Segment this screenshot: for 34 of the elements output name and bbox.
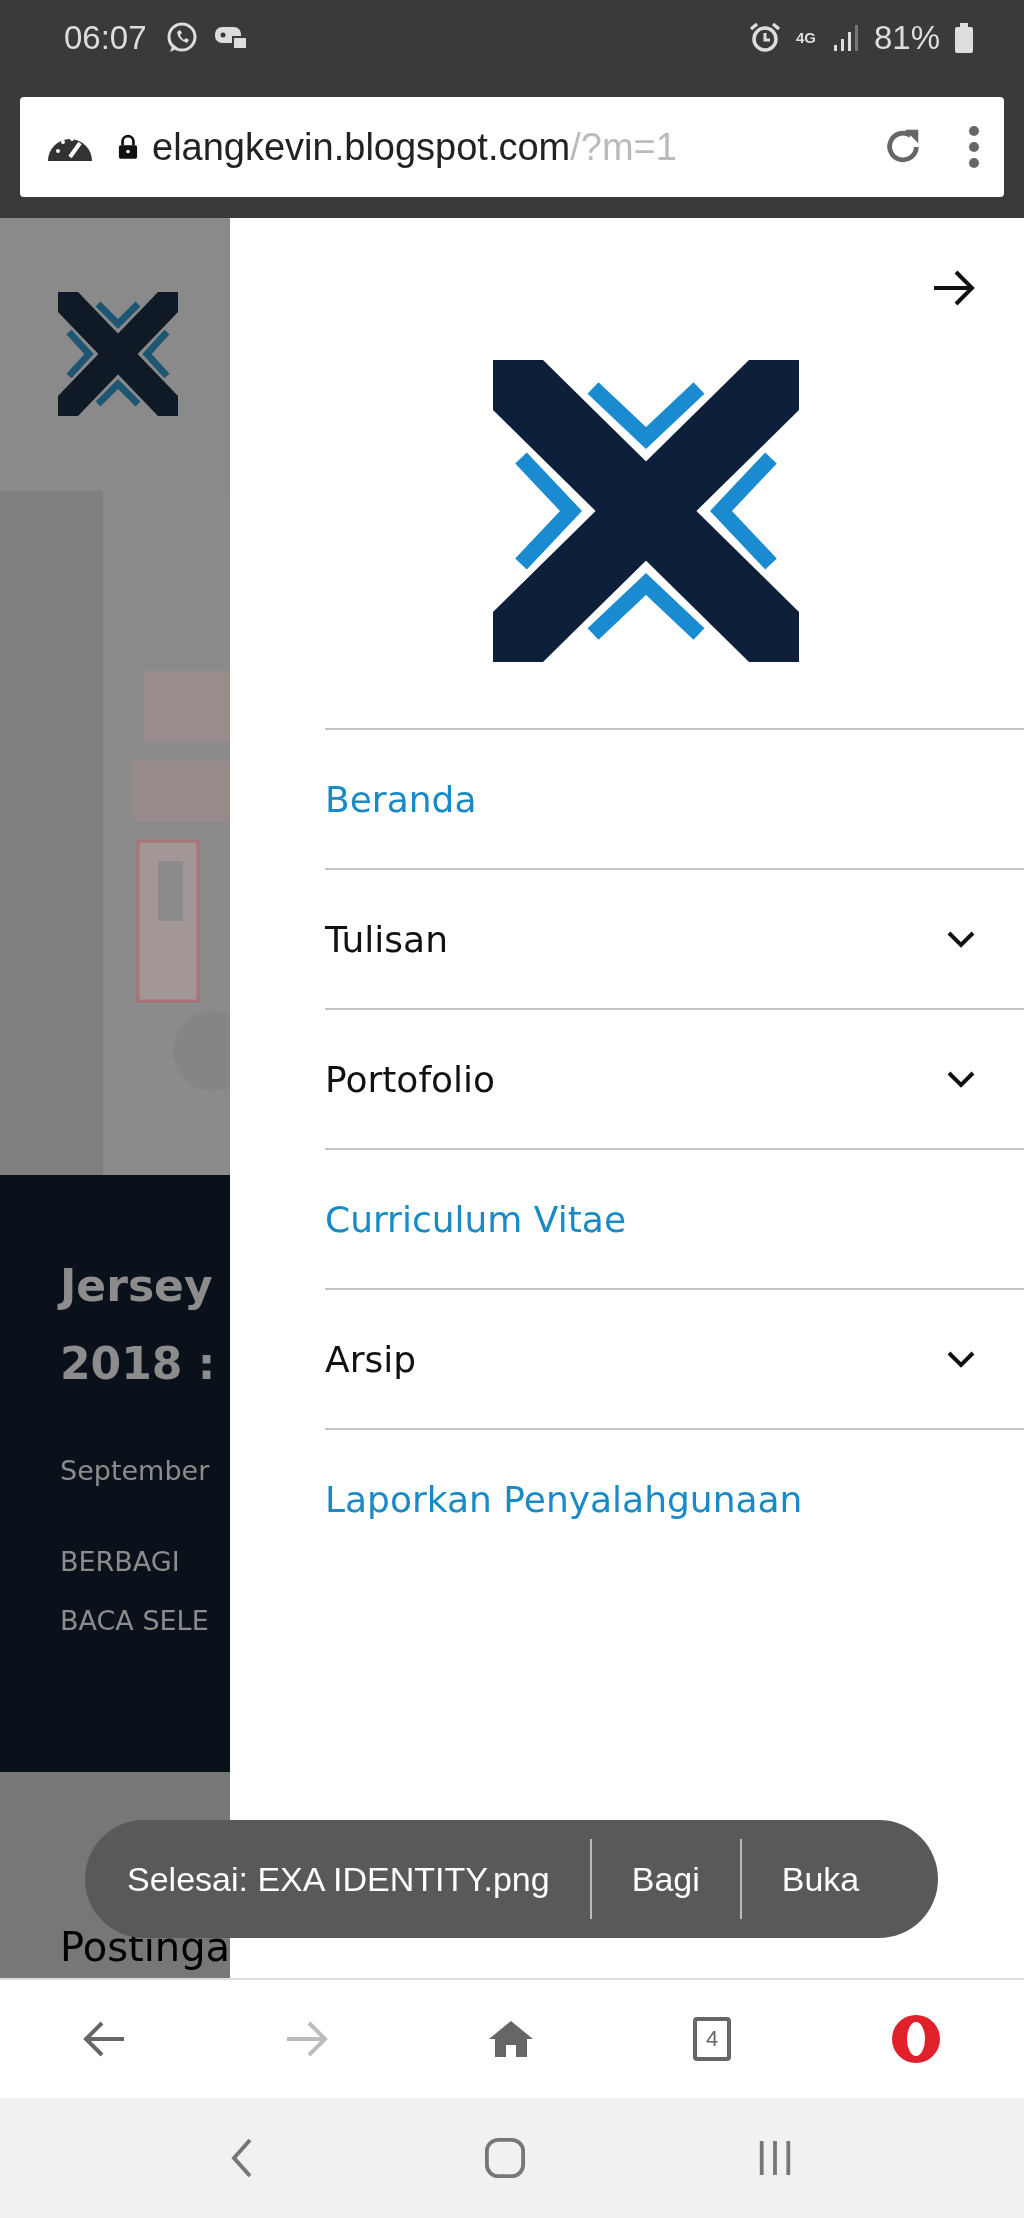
network-label: 4G bbox=[795, 29, 816, 46]
browser-logo-icon[interactable] bbox=[890, 2013, 942, 2065]
logo-mark-icon bbox=[493, 360, 799, 662]
battery-icon bbox=[954, 21, 974, 54]
address-bar[interactable]: elangkevin.blogspot.com/?m=1 bbox=[20, 97, 1004, 197]
section-heading: Postinga bbox=[60, 1924, 230, 1970]
tabs-button[interactable]: 4 bbox=[693, 2017, 731, 2061]
logo-mark-icon bbox=[58, 292, 178, 417]
menu-item[interactable]: Arsip bbox=[325, 1290, 1024, 1430]
menu-item[interactable]: Laporkan Penyalahgunaan bbox=[325, 1430, 1024, 1568]
post-action-link[interactable]: BACA SELE bbox=[60, 1604, 230, 1636]
back-icon[interactable] bbox=[82, 2019, 126, 2059]
url-text: elangkevin.blogspot.com/?m=1 bbox=[152, 125, 678, 169]
close-arrow-icon[interactable] bbox=[932, 268, 976, 308]
menu-item[interactable]: Beranda bbox=[325, 730, 1024, 870]
chevron-down-icon bbox=[946, 929, 976, 949]
home-icon[interactable] bbox=[484, 2137, 526, 2179]
home-icon[interactable] bbox=[488, 2019, 534, 2059]
snackbar-action[interactable]: Bagi bbox=[631, 1859, 700, 1899]
post-action-link[interactable]: BERBAGI bbox=[60, 1545, 230, 1577]
menu-item[interactable]: Curriculum Vitae bbox=[325, 1150, 1024, 1290]
back-icon[interactable] bbox=[230, 2136, 254, 2180]
menu-item[interactable]: Tulisan bbox=[325, 870, 1024, 1010]
menu-icon[interactable] bbox=[968, 125, 980, 169]
menu-item[interactable]: Portofolio bbox=[325, 1010, 1024, 1150]
chevron-down-icon bbox=[946, 1349, 976, 1369]
chevron-down-icon bbox=[946, 1069, 976, 1089]
battery-percent: 81% bbox=[873, 18, 940, 57]
snackbar-message: Selesai: EXA IDENTITY.png bbox=[127, 1859, 550, 1899]
snackbar-action[interactable]: Buka bbox=[781, 1859, 860, 1899]
clock: 06:07 bbox=[64, 18, 147, 57]
post-date: September bbox=[60, 1454, 211, 1486]
alarm-icon bbox=[747, 20, 782, 55]
lock-icon bbox=[118, 134, 138, 160]
